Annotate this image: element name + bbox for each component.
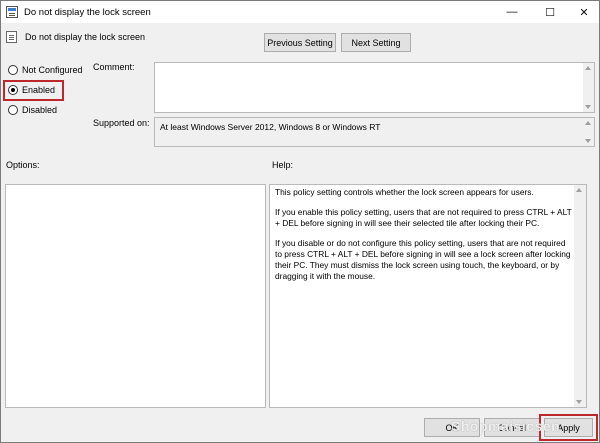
previous-setting-label: Previous Setting bbox=[267, 37, 333, 48]
previous-setting-button[interactable]: Previous Setting bbox=[264, 33, 336, 52]
title-bar: Do not display the lock screen — ☐ ✕ bbox=[1, 1, 599, 23]
scroll-down-icon[interactable] bbox=[585, 139, 591, 143]
scroll-down-icon[interactable] bbox=[576, 400, 582, 404]
help-pane: This policy setting controls whether the… bbox=[269, 184, 587, 408]
minimize-icon: — bbox=[506, 6, 518, 18]
radio-disabled[interactable]: Disabled bbox=[8, 105, 57, 115]
help-text: This policy setting controls whether the… bbox=[270, 185, 586, 292]
policy-header: Do not display the lock screen bbox=[6, 31, 145, 43]
help-scrollbar[interactable] bbox=[574, 185, 586, 407]
comment-field[interactable] bbox=[154, 62, 595, 113]
options-pane bbox=[5, 184, 266, 408]
help-paragraph: If you enable this policy setting, users… bbox=[275, 206, 572, 228]
policy-dialog: Do not display the lock screen — ☐ ✕ Do … bbox=[0, 0, 600, 443]
policy-setting-icon bbox=[6, 31, 17, 43]
comment-scrollbar[interactable] bbox=[583, 63, 594, 112]
supported-scrollbar[interactable] bbox=[583, 118, 594, 146]
minimize-button[interactable]: — bbox=[495, 1, 529, 23]
scroll-down-icon[interactable] bbox=[585, 105, 591, 109]
window-title: Do not display the lock screen bbox=[24, 6, 151, 18]
help-paragraph: This policy setting controls whether the… bbox=[275, 187, 534, 197]
supported-on-field: At least Windows Server 2012, Windows 8 … bbox=[154, 117, 595, 147]
next-setting-label: Next Setting bbox=[351, 37, 401, 48]
radio-circle[interactable] bbox=[8, 105, 18, 115]
radio-label: Not Configured bbox=[22, 65, 83, 75]
supported-on-label: Supported on: bbox=[93, 118, 150, 128]
policy-window-icon bbox=[6, 6, 18, 18]
radio-circle[interactable] bbox=[8, 85, 18, 95]
scroll-up-icon[interactable] bbox=[585, 66, 591, 70]
next-setting-button[interactable]: Next Setting bbox=[341, 33, 411, 52]
scroll-up-icon[interactable] bbox=[576, 188, 582, 192]
watermark-text: Shopmaisicsen bbox=[451, 418, 561, 434]
maximize-icon: ☐ bbox=[545, 6, 555, 19]
close-icon: ✕ bbox=[579, 6, 589, 19]
supported-on-value: At least Windows Server 2012, Windows 8 … bbox=[160, 122, 381, 132]
radio-not-configured[interactable]: Not Configured bbox=[8, 65, 83, 75]
help-label: Help: bbox=[272, 160, 294, 170]
policy-name: Do not display the lock screen bbox=[25, 32, 146, 42]
scroll-up-icon[interactable] bbox=[585, 121, 591, 125]
options-label: Options: bbox=[6, 160, 40, 170]
radio-enabled[interactable]: Enabled bbox=[8, 85, 55, 95]
comment-label: Comment: bbox=[93, 62, 135, 72]
radio-label: Disabled bbox=[22, 105, 58, 115]
radio-circle[interactable] bbox=[8, 65, 18, 75]
maximize-button[interactable]: ☐ bbox=[533, 1, 567, 23]
close-button[interactable]: ✕ bbox=[567, 1, 600, 23]
help-paragraph: If you disable or do not configure this … bbox=[275, 237, 571, 281]
radio-label: Enabled bbox=[22, 85, 56, 95]
